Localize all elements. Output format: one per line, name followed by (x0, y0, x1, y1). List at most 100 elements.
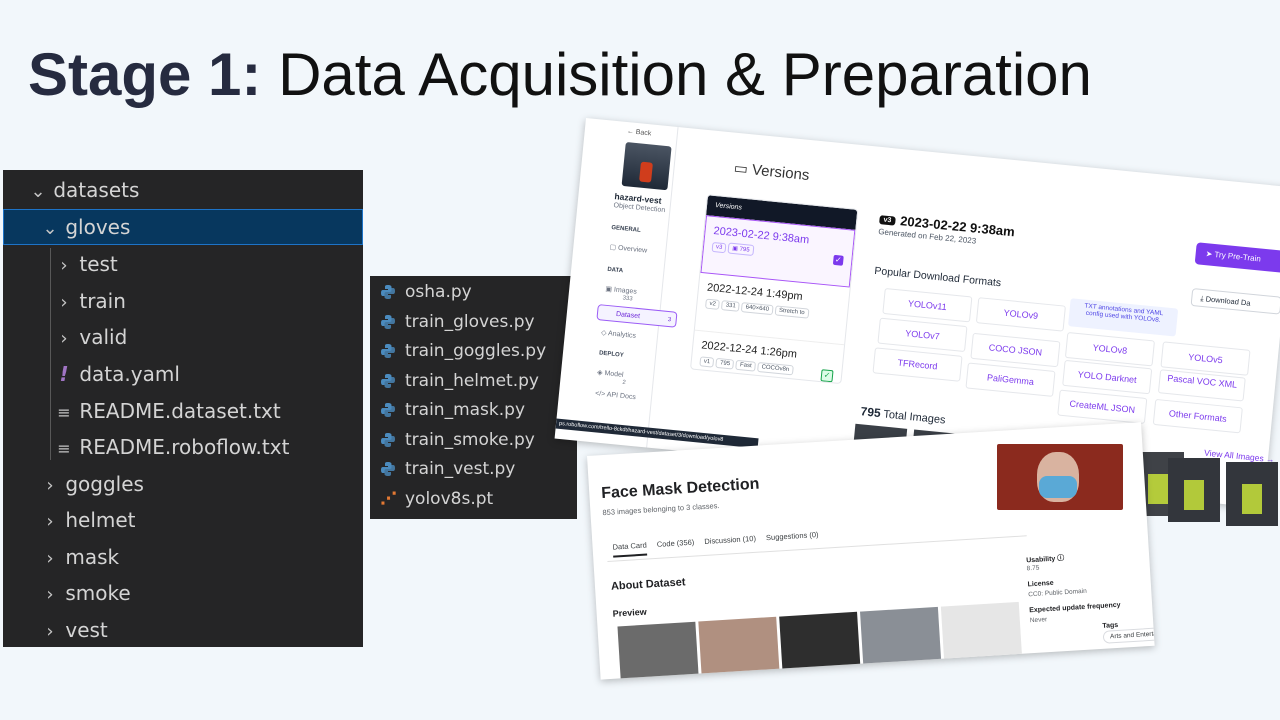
preview-image[interactable] (860, 606, 942, 666)
tab-discussion[interactable]: Discussion (10) (704, 534, 756, 546)
image-count-tag: ▣ 795 (727, 242, 755, 256)
python-icon (381, 403, 395, 417)
speed-tag: Fast (735, 359, 757, 372)
chevron-right-icon: › (60, 328, 68, 349)
tags-label: Tags (1102, 621, 1119, 630)
folder-label: train (79, 289, 126, 313)
back-link[interactable]: ← Back (627, 128, 652, 137)
file-label: README.dataset.txt (79, 399, 281, 423)
image-thumbnail[interactable] (1168, 458, 1220, 522)
file-readme-roboflow[interactable]: ≡ README.roboflow.txt (3, 429, 363, 465)
version-tag: v2 (704, 298, 721, 310)
file-train-smoke-py[interactable]: train_smoke.py (380, 426, 535, 455)
file-label: train_goggles.py (405, 341, 547, 361)
folder-valid[interactable]: › valid (3, 319, 363, 355)
folder-helmet[interactable]: › helmet (3, 502, 363, 538)
folder-vest[interactable]: › vest (3, 612, 363, 648)
chevron-right-icon: › (46, 511, 54, 532)
sidebar-item-images[interactable]: ▣ Images 333 (604, 285, 661, 305)
folder-mask[interactable]: › mask (3, 539, 363, 575)
resize-tag: 640×640 (741, 302, 774, 316)
sidebar-count: 333 (622, 295, 633, 303)
total-images-label: Total Images (882, 408, 947, 427)
total-images: 795 Total Images (860, 404, 946, 426)
file-yolov8s-pt[interactable]: ⋰ yolov8s.pt (380, 485, 493, 514)
sidebar-item-dataset[interactable]: Dataset 3 (596, 304, 678, 328)
folder-datasets[interactable]: ⌄ datasets (3, 172, 363, 208)
chevron-right-icon: › (46, 475, 54, 496)
update-frequency-value: Never (1029, 616, 1048, 625)
format-coco-json-button[interactable]: COCO JSON (970, 332, 1061, 368)
chevron-down-icon: ⌄ (42, 218, 58, 239)
format-paligemma-button[interactable]: PaliGemma (965, 362, 1056, 397)
try-pretrained-button[interactable]: ➤ Try Pre-Train (1194, 242, 1280, 273)
file-readme-dataset[interactable]: ≡ README.dataset.txt (3, 393, 363, 429)
file-data-yaml[interactable]: ! data.yaml (3, 356, 363, 392)
folder-gloves[interactable]: ⌄ gloves (3, 209, 363, 245)
license-value: CC0: Public Domain (1028, 587, 1087, 599)
format-yolov11-button[interactable]: YOLOv11 (882, 287, 973, 323)
python-icon (381, 285, 395, 299)
project-thumbnail (621, 142, 672, 191)
file-train-goggles-py[interactable]: train_goggles.py (380, 337, 546, 366)
download-dataset-button[interactable]: ⤓ Download Da (1190, 287, 1280, 315)
send-icon: ➤ (1205, 249, 1213, 259)
image-count-tag: 795 (715, 357, 735, 370)
back-label: Back (635, 128, 652, 138)
folder-test[interactable]: › test (3, 246, 363, 282)
preview-image[interactable] (617, 621, 699, 680)
python-icon (381, 344, 395, 358)
slide-title: Stage 1: Data Acquisition & Preparation (28, 40, 1092, 110)
slide-title-stage: Stage 1: (28, 41, 262, 108)
file-label: README.roboflow.txt (79, 435, 290, 459)
text-file-icon: ≡ (57, 439, 71, 458)
file-label: train_smoke.py (405, 430, 535, 450)
face-mask-photo (997, 444, 1123, 510)
format-createml-button[interactable]: CreateML JSON (1057, 389, 1148, 424)
dataset-title: Face Mask Detection (600, 475, 760, 503)
file-train-vest-py[interactable]: train_vest.py (380, 455, 515, 484)
folder-label: test (79, 252, 118, 276)
file-label: train_vest.py (405, 459, 516, 479)
preview-image[interactable] (698, 616, 780, 676)
file-label: osha.py (405, 282, 472, 302)
chevron-right-icon: › (46, 584, 54, 605)
file-train-helmet-py[interactable]: train_helmet.py (380, 367, 539, 396)
format-yolov7-button[interactable]: YOLOv7 (877, 317, 968, 353)
versions-list: Versions 2023-02-22 9:38am v3 ▣ 795 ✓ 202… (689, 194, 859, 385)
info-icon[interactable]: ⓘ (1057, 555, 1064, 562)
folder-smoke[interactable]: › smoke (3, 575, 363, 611)
file-train-gloves-py[interactable]: train_gloves.py (380, 308, 535, 337)
sidebar-item-analytics[interactable]: ◇ Analytics (601, 329, 637, 340)
rss-icon: ⋰ (380, 489, 397, 509)
folder-train[interactable]: › train (3, 283, 363, 319)
file-train-mask-py[interactable]: train_mask.py (380, 396, 525, 425)
chevron-down-icon: ⌄ (30, 181, 46, 202)
folder-label: helmet (65, 508, 136, 532)
roboflow-sidebar: ← Back hazard-vest Object Detection GENE… (554, 118, 679, 448)
preview-image[interactable] (940, 601, 1023, 661)
image-thumbnail[interactable] (1226, 462, 1278, 526)
preview-image[interactable] (779, 611, 861, 671)
sidebar-item-overview[interactable]: ▢ Overview (609, 243, 647, 255)
preview-heading: Preview (612, 606, 647, 619)
tab-code[interactable]: Code (356) (657, 538, 695, 549)
sidebar-section-deploy: DEPLOY (598, 350, 624, 359)
python-icon (381, 315, 395, 329)
dataset-subtitle: 853 images belonging to 3 classes. (602, 501, 720, 518)
tab-data-card[interactable]: Data Card (612, 540, 648, 558)
version-tag: v1 (699, 356, 715, 368)
format-other-button[interactable]: Other Formats (1152, 398, 1243, 434)
python-icon (381, 433, 395, 447)
yaml-icon: ! (59, 362, 69, 386)
format-tfrecord-button[interactable]: TFRecord (872, 347, 963, 382)
selected-check-icon: ✓ (832, 254, 844, 266)
file-osha-py[interactable]: osha.py (380, 278, 472, 307)
folder-goggles[interactable]: › goggles (3, 466, 363, 502)
sidebar-label: Images (613, 286, 638, 296)
sidebar-item-api-docs[interactable]: </> API Docs (595, 390, 636, 401)
format-yolov9-button[interactable]: YOLOv9 (975, 297, 1066, 332)
folder-label: goggles (65, 472, 144, 496)
tab-suggestions[interactable]: Suggestions (0) (766, 530, 819, 542)
sidebar-item-model[interactable]: ◈ Model 2 (596, 368, 653, 388)
